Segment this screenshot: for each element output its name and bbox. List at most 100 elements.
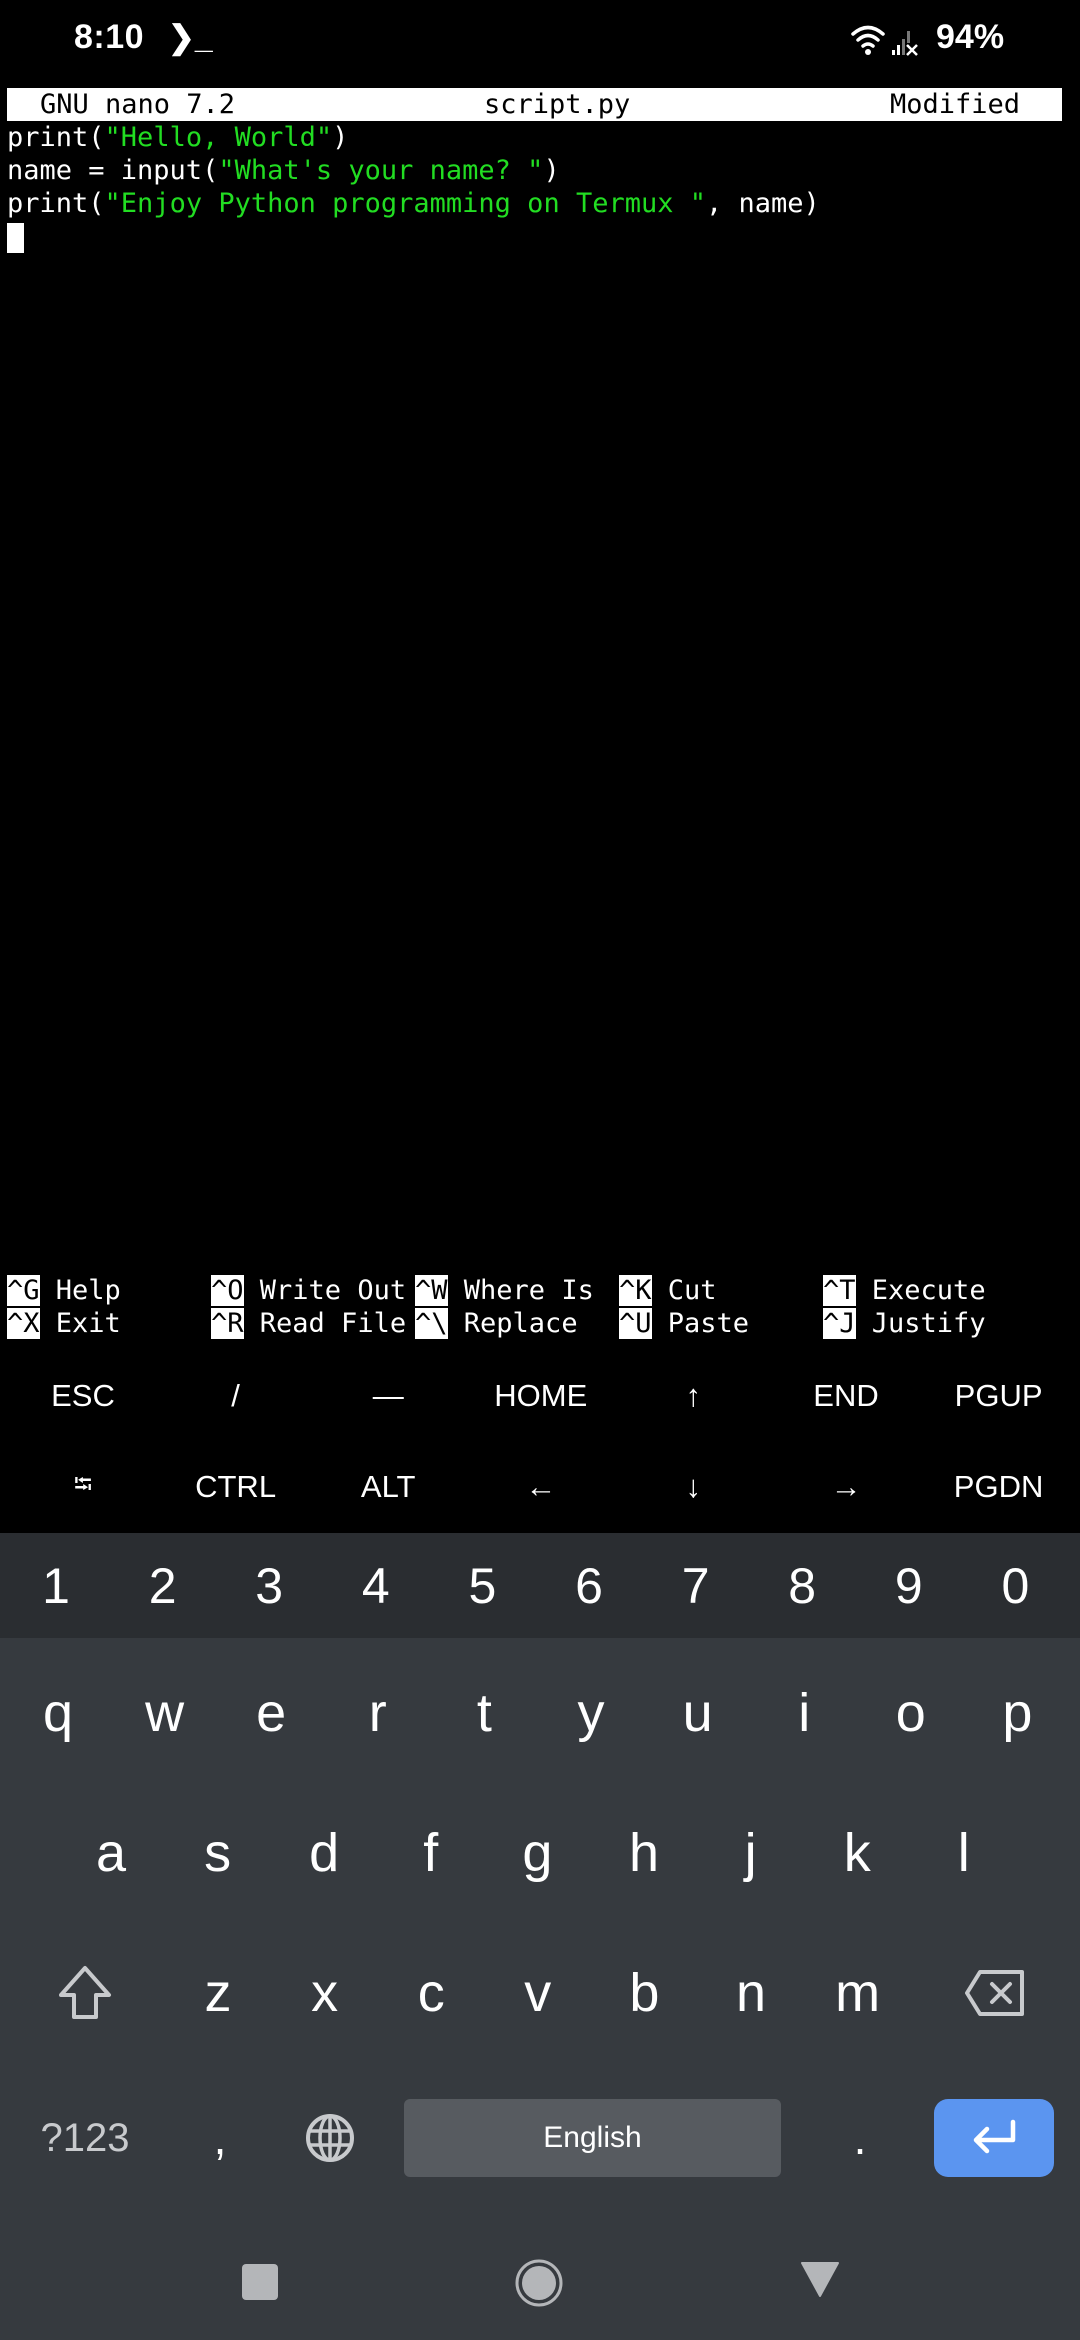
home-key[interactable]: HOME [464, 1351, 618, 1441]
key-p[interactable]: p [963, 1643, 1071, 1783]
enter-icon [973, 2119, 1016, 2154]
code-line: name = input("What's your name? ") [7, 154, 820, 187]
key-x[interactable]: x [271, 1923, 379, 2063]
key-k[interactable]: k [803, 1783, 911, 1923]
key-h[interactable]: h [590, 1783, 698, 1923]
shortcut-key: ^X [7, 1308, 40, 1339]
key-1[interactable]: 1 [2, 1533, 110, 1638]
home-button[interactable] [514, 2258, 564, 2308]
key-l[interactable]: l [910, 1783, 1018, 1923]
shortcut-read-file[interactable]: ^R Read File [211, 1307, 406, 1340]
nano-shortcut-bar: ^G Help ^O Write Out ^W Where Is ^K Cut ^T E… [7, 1274, 1080, 1340]
shortcut-key: ^\ [415, 1308, 448, 1339]
string-literal: "Hello, World" [104, 122, 333, 153]
shortcut-justify[interactable]: ^J Justify [823, 1307, 986, 1340]
code-token: ) [332, 122, 349, 153]
right-arrow-key[interactable]: → [769, 1442, 923, 1532]
alt-key[interactable]: ALT [311, 1442, 465, 1532]
shift-key[interactable] [30, 1923, 140, 2063]
left-arrow-key[interactable]: ← [464, 1442, 618, 1532]
dash-key[interactable]: — [311, 1351, 465, 1441]
key-7[interactable]: 7 [642, 1533, 750, 1638]
key-d[interactable]: d [270, 1783, 378, 1923]
key-s[interactable]: s [164, 1783, 272, 1923]
key-4[interactable]: 4 [322, 1533, 430, 1638]
soft-keyboard: 1234567890 ?123 , English . q w e r t y … [0, 1533, 1080, 2340]
shortcut-label: Replace [463, 1308, 578, 1339]
backspace-key[interactable] [940, 1923, 1050, 2063]
key-z[interactable]: z [164, 1923, 272, 2063]
status-bar: 8:10 ❯_ 94% [0, 0, 1080, 80]
key-9[interactable]: 9 [855, 1533, 963, 1638]
key-j[interactable]: j [697, 1783, 805, 1923]
code-token: print( [7, 188, 105, 219]
key-2[interactable]: 2 [109, 1533, 217, 1638]
esc-key[interactable]: ESC [6, 1351, 160, 1441]
back-button[interactable] [800, 2260, 840, 2300]
shortcut-label: Paste [667, 1308, 750, 1339]
shortcut-key: ^W [415, 1275, 448, 1306]
string-literal: "Enjoy Python programming on Termux " [104, 188, 706, 219]
key-c[interactable]: c [377, 1923, 485, 2063]
shortcut-key: ^K [619, 1275, 652, 1306]
key-i[interactable]: i [750, 1643, 858, 1783]
shortcut-replace[interactable]: ^\ Replace [415, 1307, 578, 1340]
key-e[interactable]: e [217, 1643, 325, 1783]
key-w[interactable]: w [111, 1643, 219, 1783]
string-literal: "What's your name? " [218, 155, 544, 186]
up-arrow-key[interactable]: ↑ [616, 1351, 770, 1441]
shortcut-exit[interactable]: ^X Exit [7, 1307, 121, 1340]
key-o[interactable]: o [857, 1643, 965, 1783]
recents-button[interactable] [242, 2264, 278, 2300]
key-3[interactable]: 3 [215, 1533, 323, 1638]
key-y[interactable]: y [537, 1643, 645, 1783]
termux-extra-keys: ESC / — HOME ↑ END PGUP ⭾ CTRL ALT ← ↓ → PGDN [0, 1350, 1080, 1533]
symbols-key[interactable]: ?123 [20, 2088, 150, 2188]
end-key[interactable]: END [769, 1351, 923, 1441]
enter-key[interactable] [934, 2099, 1054, 2177]
language-key[interactable] [280, 2088, 380, 2188]
tab-key[interactable]: ⭾ [6, 1442, 160, 1532]
space-key[interactable]: English [404, 2099, 781, 2177]
clock: 8:10 [74, 18, 145, 56]
shortcut-help[interactable]: ^G Help [7, 1274, 121, 1307]
comma-key[interactable]: , [170, 2088, 270, 2188]
shortcut-execute[interactable]: ^T Execute [823, 1274, 986, 1307]
key-8[interactable]: 8 [748, 1533, 856, 1638]
cellular-signal-icon [892, 31, 918, 56]
pgdn-key[interactable]: PGDN [922, 1442, 1076, 1532]
key-g[interactable]: g [483, 1783, 591, 1923]
shortcut-cut[interactable]: ^K Cut [619, 1274, 717, 1307]
key-0[interactable]: 0 [961, 1533, 1069, 1638]
shift-icon [59, 1966, 111, 2019]
key-a[interactable]: a [57, 1783, 165, 1923]
key-b[interactable]: b [590, 1923, 698, 2063]
key-5[interactable]: 5 [428, 1533, 536, 1638]
nano-version: GNU nano 7.2 [40, 89, 236, 120]
shortcut-paste[interactable]: ^U Paste [619, 1307, 749, 1340]
pgup-key[interactable]: PGUP [922, 1351, 1076, 1441]
shortcut-key: ^U [619, 1308, 652, 1339]
down-arrow-key[interactable]: ↓ [616, 1442, 770, 1532]
key-r[interactable]: r [324, 1643, 432, 1783]
shortcut-label: Read File [259, 1308, 407, 1339]
shortcut-label: Write Out [259, 1275, 407, 1306]
code-token: ) [543, 155, 560, 186]
text-cursor [7, 223, 24, 253]
shortcut-key: ^J [823, 1308, 856, 1339]
editor-text-area[interactable]: print( "Hello, World") name = input("What'… [7, 121, 820, 220]
shortcut-where-is[interactable]: ^W Where Is [415, 1274, 594, 1307]
key-n[interactable]: n [697, 1923, 805, 2063]
slash-key[interactable]: / [159, 1351, 313, 1441]
key-t[interactable]: t [430, 1643, 538, 1783]
key-f[interactable]: f [377, 1783, 485, 1923]
key-q[interactable]: q [4, 1643, 112, 1783]
ctrl-key[interactable]: CTRL [159, 1442, 313, 1532]
key-u[interactable]: u [644, 1643, 752, 1783]
period-key[interactable]: . [810, 2088, 910, 2188]
key-m[interactable]: m [804, 1923, 912, 2063]
shortcut-write-out[interactable]: ^O Write Out [211, 1274, 406, 1307]
key-6[interactable]: 6 [535, 1533, 643, 1638]
key-v[interactable]: v [484, 1923, 592, 2063]
code-line: print("Enjoy Python programming on Termu… [7, 187, 820, 220]
